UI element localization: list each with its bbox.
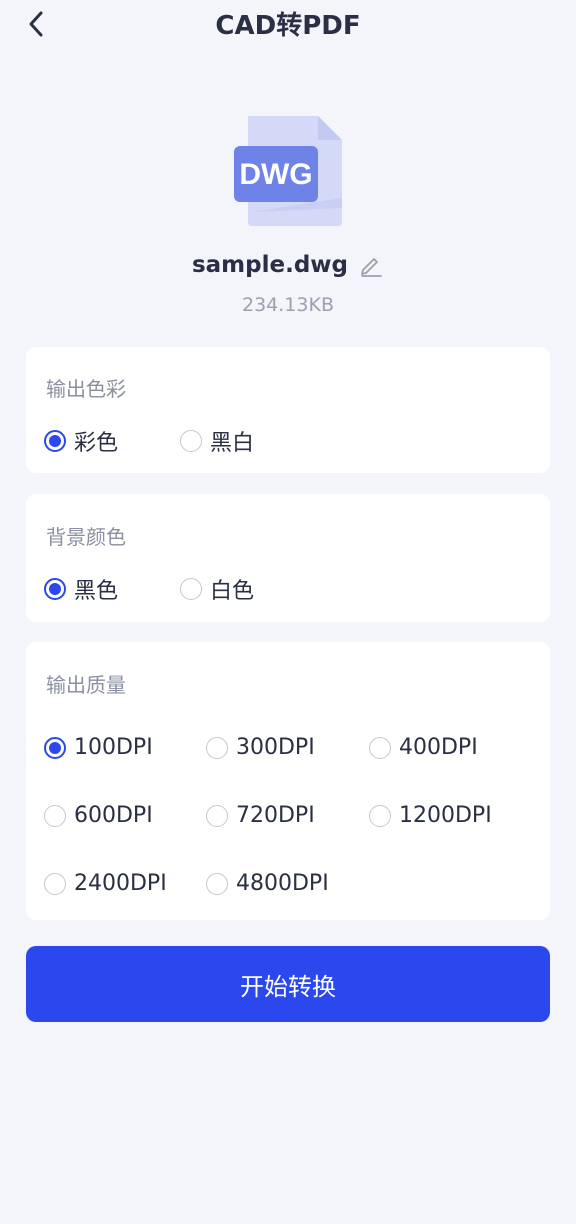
radio-unchecked-icon[interactable] (180, 578, 202, 600)
output-quality-title: 输出质量 (46, 673, 126, 697)
header: CAD转PDF (0, 0, 576, 52)
option-label: 720DPI (236, 803, 315, 828)
color-output-title: 输出色彩 (46, 377, 126, 401)
quality-option-2400dpi[interactable]: 2400DPI (44, 871, 167, 896)
radio-unchecked-icon[interactable] (206, 736, 228, 759)
dwg-file-icon: DWG (232, 112, 344, 230)
option-label: 400DPI (399, 735, 478, 760)
option-label: 黑色 (74, 579, 119, 604)
option-label: 2400DPI (74, 871, 167, 896)
quality-option-720dpi[interactable]: 720DPI (206, 803, 315, 828)
radio-unchecked-icon[interactable] (44, 804, 66, 827)
radio-unchecked-icon[interactable] (369, 736, 391, 759)
option-label: 100DPI (74, 735, 153, 760)
option-label: 黑白 (210, 431, 255, 456)
option-label: 彩色 (74, 431, 119, 456)
file-name-row: sample.dwg (0, 252, 576, 278)
quality-option-600dpi[interactable]: 600DPI (44, 803, 153, 828)
page-title: CAD转PDF (215, 11, 361, 41)
file-type-label: DWG (239, 158, 312, 191)
radio-unchecked-icon[interactable] (180, 430, 202, 452)
bg-option-black[interactable]: 黑色 (44, 573, 118, 605)
color-output-card: 输出色彩 彩色 黑白 (26, 347, 550, 473)
bg-option-white[interactable]: 白色 (180, 573, 254, 605)
option-label: 白色 (210, 579, 255, 604)
output-quality-card: 输出质量 100DPI 300DPI 400DPI 600DPI 720DPI … (26, 642, 550, 920)
file-size: 234.13KB (242, 294, 334, 316)
option-label: 1200DPI (399, 803, 492, 828)
background-color-card: 背景颜色 黑色 白色 (26, 494, 550, 622)
radio-checked-icon[interactable] (44, 430, 66, 452)
radio-unchecked-icon[interactable] (206, 872, 228, 895)
option-label: 600DPI (74, 803, 153, 828)
radio-checked-icon[interactable] (44, 578, 66, 600)
quality-option-1200dpi[interactable]: 1200DPI (369, 803, 492, 828)
quality-option-100dpi[interactable]: 100DPI (44, 735, 153, 760)
radio-unchecked-icon[interactable] (206, 804, 228, 827)
file-name: sample.dwg (191, 252, 349, 278)
background-color-title: 背景颜色 (46, 525, 126, 549)
radio-unchecked-icon[interactable] (44, 872, 66, 895)
radio-unchecked-icon[interactable] (369, 804, 391, 827)
option-label: 300DPI (236, 735, 315, 760)
option-label: 4800DPI (236, 871, 329, 896)
quality-option-300dpi[interactable]: 300DPI (206, 735, 315, 760)
pencil-icon[interactable] (358, 252, 384, 278)
start-conversion-button[interactable]: 开始转换 (26, 946, 550, 1022)
color-option-color[interactable]: 彩色 (44, 425, 118, 457)
color-option-bw[interactable]: 黑白 (180, 425, 254, 457)
quality-option-4800dpi[interactable]: 4800DPI (206, 871, 329, 896)
quality-option-400dpi[interactable]: 400DPI (369, 735, 478, 760)
radio-checked-icon[interactable] (44, 736, 66, 759)
file-info: DWG sample.dwg 234.13KB (0, 112, 576, 332)
